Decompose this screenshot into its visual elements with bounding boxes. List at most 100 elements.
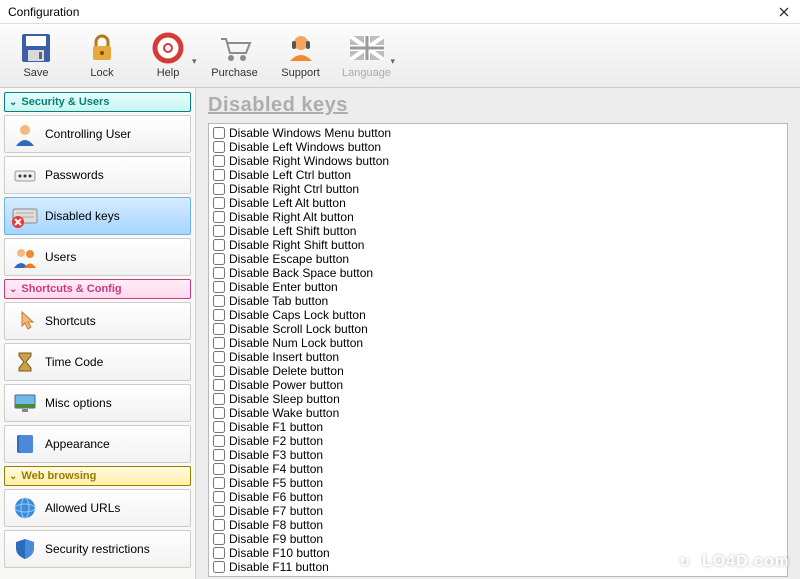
list-item-label: Disable Left Shift button [229, 224, 356, 238]
sidebar-item-label: Security restrictions [45, 542, 150, 556]
titlebar: Configuration [0, 0, 800, 24]
sidebar-item-security-restrictions[interactable]: Security restrictions [4, 530, 191, 568]
purchase-button[interactable]: Purchase [207, 30, 263, 79]
sidebar-item-passwords[interactable]: Passwords [4, 156, 191, 194]
checkbox[interactable] [213, 491, 225, 503]
checkbox[interactable] [213, 407, 225, 419]
list-item-label: Disable Enter button [229, 280, 338, 294]
list-item: Disable Wake button [213, 406, 783, 420]
list-item-label: Disable Scroll Lock button [229, 322, 368, 336]
checkbox[interactable] [213, 267, 225, 279]
checkbox[interactable] [213, 351, 225, 363]
keyboard-x-icon [11, 202, 39, 230]
sidebar-item-allowed-urls[interactable]: Allowed URLs [4, 489, 191, 527]
checkbox[interactable] [213, 477, 225, 489]
checkbox[interactable] [213, 253, 225, 265]
checkbox[interactable] [213, 239, 225, 251]
list-item-label: Disable F8 button [229, 518, 323, 532]
checkbox[interactable] [213, 365, 225, 377]
list-item-label: Disable F10 button [229, 546, 330, 560]
checkbox[interactable] [213, 169, 225, 181]
sidebar-item-shortcuts[interactable]: Shortcuts [4, 302, 191, 340]
list-item: Disable Left Windows button [213, 140, 783, 154]
support-button[interactable]: Support [273, 30, 329, 79]
list-item: Disable F2 button [213, 434, 783, 448]
language-button[interactable]: Language [339, 30, 395, 79]
checkbox[interactable] [213, 449, 225, 461]
list-item-label: Disable Right Ctrl button [229, 182, 359, 196]
lock-button[interactable]: Lock [74, 30, 130, 79]
checkbox[interactable] [213, 127, 225, 139]
help-dropdown-caret[interactable]: ▾ [192, 56, 197, 67]
close-button[interactable] [776, 4, 792, 20]
list-item: Disable F1 button [213, 420, 783, 434]
list-item-label: Disable Delete button [229, 364, 344, 378]
book-icon [11, 430, 39, 458]
list-item-label: Disable Sleep button [229, 392, 340, 406]
sidebar-item-users[interactable]: Users [4, 238, 191, 276]
list-item-label: Disable Power button [229, 378, 343, 392]
list-item-label: Disable Back Space button [229, 266, 373, 280]
checkbox[interactable] [213, 379, 225, 391]
checkbox[interactable] [213, 281, 225, 293]
toolbar: Save Lock Help ▾ Purchase Support Langua… [0, 24, 800, 88]
save-button[interactable]: Save [8, 30, 64, 79]
list-item-label: Disable Num Lock button [229, 336, 363, 350]
list-item-label: Disable F2 button [229, 434, 323, 448]
checkbox[interactable] [213, 435, 225, 447]
list-item: Disable Tab button [213, 294, 783, 308]
checkbox[interactable] [213, 547, 225, 559]
sidebar-item-controlling-user[interactable]: Controlling User [4, 115, 191, 153]
list-item: Disable F7 button [213, 504, 783, 518]
sidebar-item-appearance[interactable]: Appearance [4, 425, 191, 463]
language-dropdown-caret[interactable]: ▾ [391, 56, 396, 67]
list-item: Disable Right Ctrl button [213, 182, 783, 196]
list-item-label: Disable Escape button [229, 252, 349, 266]
help-button[interactable]: Help [140, 30, 196, 79]
watermark-icon: ↻ [674, 551, 696, 573]
section-header[interactable]: ⌄Shortcuts & Config [4, 279, 191, 299]
list-item-label: Disable F11 button [229, 560, 329, 574]
checkbox[interactable] [213, 463, 225, 475]
main-panel: Disabled keys Disable Windows Menu butto… [196, 88, 800, 579]
list-item: Disable Left Alt button [213, 196, 783, 210]
list-item: Disable Scroll Lock button [213, 322, 783, 336]
checkbox[interactable] [213, 519, 225, 531]
checkbox[interactable] [213, 211, 225, 223]
checkbox[interactable] [213, 337, 225, 349]
checkbox[interactable] [213, 533, 225, 545]
checkbox[interactable] [213, 155, 225, 167]
checkbox[interactable] [213, 197, 225, 209]
checkbox[interactable] [213, 295, 225, 307]
sidebar-item-label: Disabled keys [45, 209, 120, 223]
section-header[interactable]: ⌄Security & Users [4, 92, 191, 112]
checkbox[interactable] [213, 561, 225, 573]
checkbox[interactable] [213, 393, 225, 405]
shield-icon [11, 535, 39, 563]
chevron-down-icon: ⌄ [9, 97, 17, 108]
save-icon [18, 30, 54, 66]
checkbox[interactable] [213, 183, 225, 195]
section-header[interactable]: ⌄Web browsing [4, 466, 191, 486]
list-item-label: Disable Right Shift button [229, 238, 364, 252]
globe-icon [11, 494, 39, 522]
list-item: Disable Sleep button [213, 392, 783, 406]
close-icon [779, 7, 789, 17]
checkbox[interactable] [213, 309, 225, 321]
checkbox[interactable] [213, 141, 225, 153]
list-scroll[interactable]: Disable Windows Menu buttonDisable Left … [209, 124, 787, 576]
sidebar-item-disabled-keys[interactable]: Disabled keys [4, 197, 191, 235]
flag-icon [349, 30, 385, 66]
list-item-label: Disable Right Alt button [229, 210, 354, 224]
sidebar-item-label: Allowed URLs [45, 501, 120, 515]
sidebar-item-time-code[interactable]: Time Code [4, 343, 191, 381]
sidebar-item-misc-options[interactable]: Misc options [4, 384, 191, 422]
list-item-label: Disable F7 button [229, 504, 323, 518]
list-item-label: Disable Left Windows button [229, 140, 381, 154]
checkbox[interactable] [213, 421, 225, 433]
checkbox[interactable] [213, 505, 225, 517]
chevron-down-icon: ⌄ [9, 471, 17, 482]
checkbox[interactable] [213, 323, 225, 335]
list-item: Disable Escape button [213, 252, 783, 266]
checkbox[interactable] [213, 225, 225, 237]
